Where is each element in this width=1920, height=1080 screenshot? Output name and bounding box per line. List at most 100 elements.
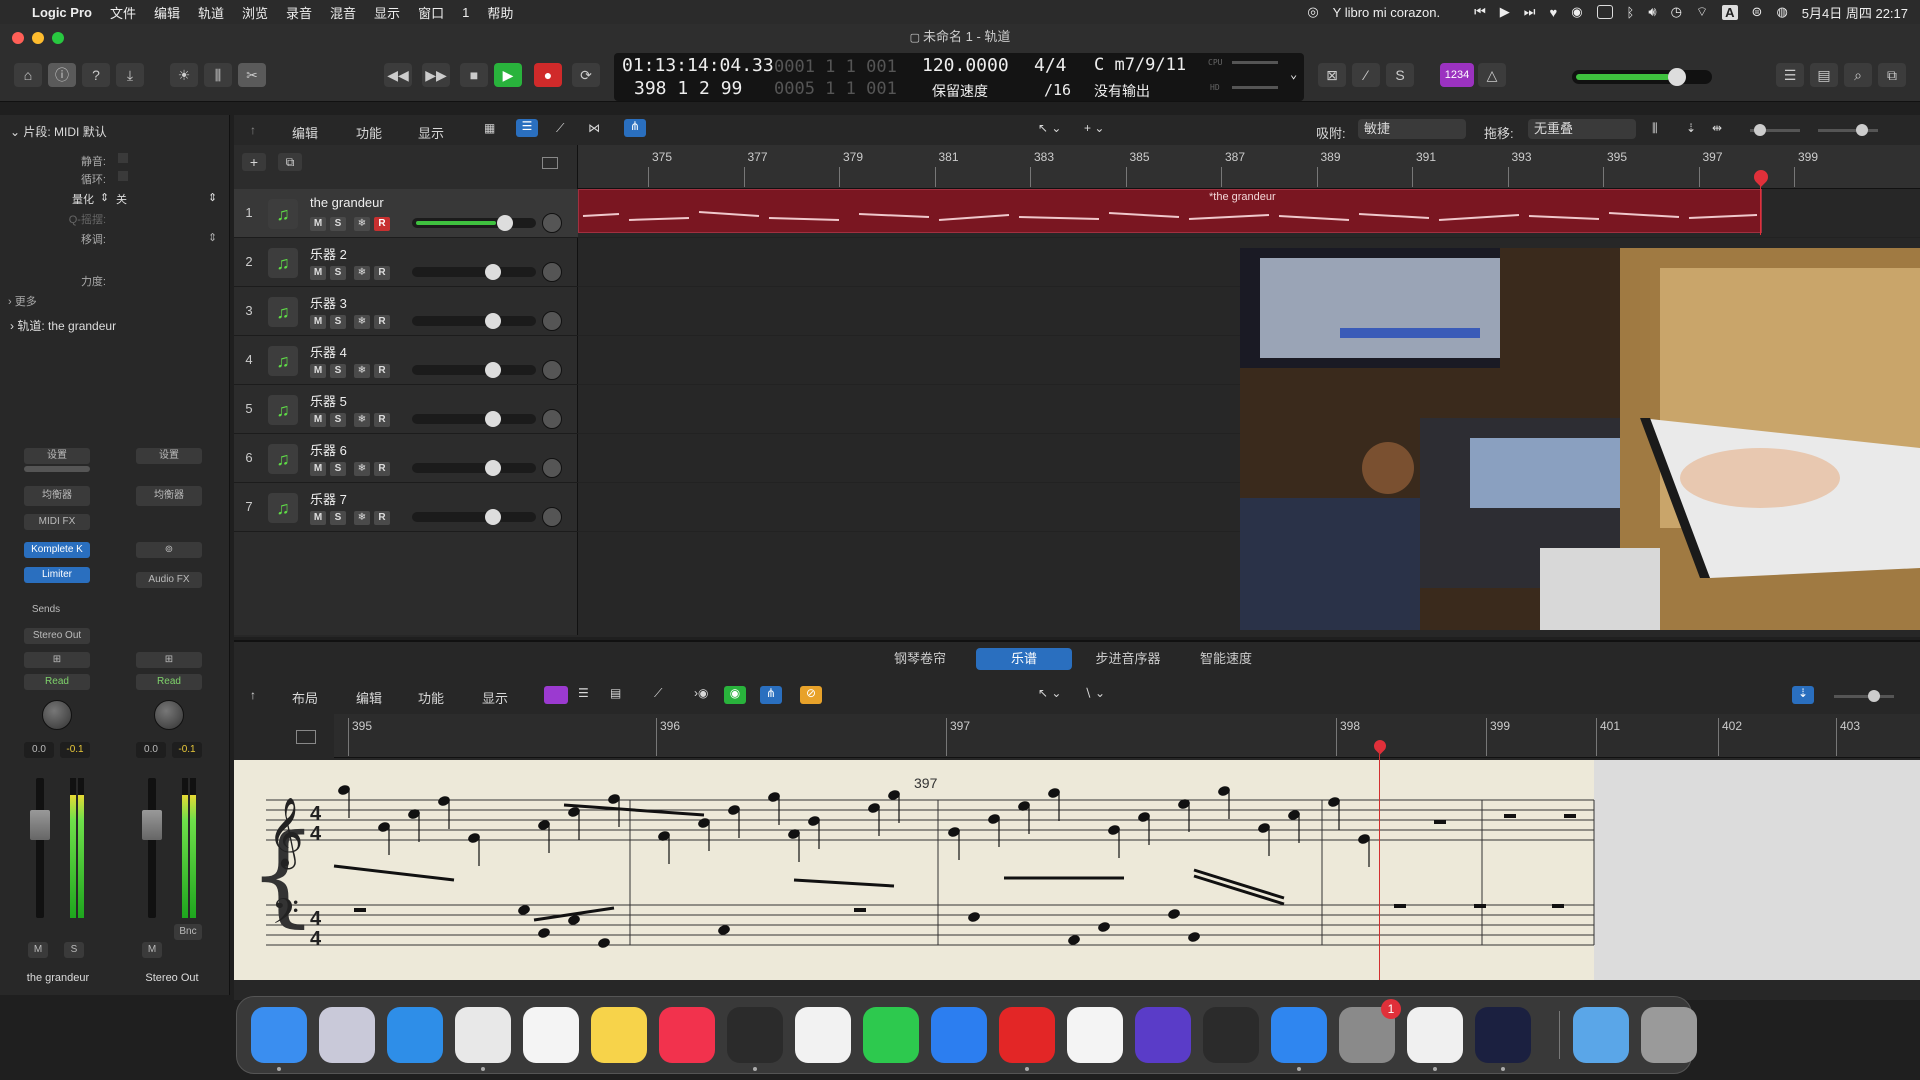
chevron-right-icon[interactable]: › bbox=[8, 296, 15, 308]
vertical-auto-zoom-icon[interactable]: ⇣ bbox=[1686, 121, 1696, 135]
control-center-icon[interactable]: ⊜ bbox=[1752, 4, 1763, 20]
now-playing-title[interactable]: Y libro mi corazon. bbox=[1333, 5, 1440, 20]
automation-icon[interactable]: ⟋ bbox=[556, 121, 564, 136]
solo-button[interactable]: S bbox=[330, 511, 346, 525]
logic-pro-icon[interactable] bbox=[727, 1007, 783, 1063]
pointer-tool-icon[interactable]: ↖ ⌄ bbox=[1038, 121, 1061, 135]
quantize-value[interactable]: 关 bbox=[116, 191, 127, 207]
mute-button[interactable]: M bbox=[310, 217, 326, 231]
audio-fx-slot[interactable]: Audio FX bbox=[136, 572, 202, 588]
freeze-icon[interactable]: ❄ bbox=[354, 266, 370, 280]
track-name[interactable]: 乐器 7 bbox=[310, 489, 347, 508]
notes-icon[interactable] bbox=[591, 1007, 647, 1063]
record-enable-button[interactable]: R bbox=[374, 315, 390, 329]
catch-icon[interactable]: ↑ bbox=[250, 123, 256, 137]
menu-window[interactable]: 窗口 bbox=[418, 3, 444, 22]
pan-knob[interactable] bbox=[542, 507, 562, 527]
freeze-icon[interactable]: ❄ bbox=[354, 413, 370, 427]
safari-icon[interactable] bbox=[387, 1007, 443, 1063]
midi-out-icon[interactable]: ◉ bbox=[724, 686, 746, 704]
previous-track-icon[interactable]: ⏮ bbox=[1474, 4, 1486, 20]
next-track-icon[interactable]: ⏭ bbox=[1524, 4, 1536, 20]
lcd-menu-chevron-icon[interactable]: ⌄ bbox=[1290, 67, 1297, 81]
list-editors-icon[interactable]: ☰ bbox=[1776, 63, 1804, 87]
track-volume-slider[interactable] bbox=[412, 460, 536, 476]
layout-menu[interactable]: 布局 bbox=[292, 688, 318, 707]
track-name[interactable]: 乐器 4 bbox=[310, 342, 347, 361]
snap-tool-icon[interactable]: ⋔ bbox=[760, 686, 782, 704]
baidu-netdisk-icon[interactable] bbox=[1067, 1007, 1123, 1063]
audio-fx-slot-limiter[interactable]: Limiter bbox=[24, 567, 90, 583]
wrapped-view-icon[interactable]: ▤ bbox=[610, 686, 621, 700]
automation-icon[interactable]: ⟋ bbox=[654, 686, 662, 701]
netease-status-icon[interactable]: ◉ bbox=[1571, 4, 1582, 20]
link-icon[interactable]: ⊘ bbox=[800, 686, 822, 704]
volume-thumb[interactable] bbox=[485, 509, 501, 525]
app-store-icon[interactable] bbox=[1271, 1007, 1327, 1063]
editor-functions-menu[interactable]: 功能 bbox=[418, 688, 444, 707]
mute-button[interactable]: M bbox=[28, 942, 48, 958]
pan-knob[interactable] bbox=[542, 458, 562, 478]
play-button[interactable]: ▶ bbox=[494, 63, 522, 87]
global-tracks-button[interactable] bbox=[542, 157, 558, 169]
freeze-icon[interactable]: ❄ bbox=[354, 315, 370, 329]
automation-read-button[interactable]: Read bbox=[136, 674, 202, 690]
close-window-button[interactable] bbox=[12, 32, 24, 44]
lcd-display[interactable]: 01:13:14:04.33 398 1 2 99 0001 1 1 001 0… bbox=[614, 53, 1304, 101]
wifi-icon[interactable]: ⌔ bbox=[1696, 4, 1708, 20]
solo-button[interactable]: S bbox=[330, 266, 346, 280]
video-app-icon[interactable] bbox=[1475, 1007, 1531, 1063]
drag-select[interactable]: 无重叠 bbox=[1528, 119, 1636, 139]
pan-knob[interactable] bbox=[542, 409, 562, 429]
browsers-icon[interactable]: ⧉ bbox=[1878, 63, 1906, 87]
group-slot[interactable]: ⊞ bbox=[24, 652, 90, 668]
minimize-window-button[interactable] bbox=[32, 32, 44, 44]
score-ruler[interactable]: 395 396 397 398 399 401 402 403 bbox=[334, 714, 1920, 758]
volume-thumb[interactable] bbox=[485, 264, 501, 280]
cycle-button[interactable]: ⟳ bbox=[572, 63, 600, 87]
slider-thumb[interactable] bbox=[1754, 124, 1766, 136]
track-name[interactable]: 乐器 6 bbox=[310, 440, 347, 459]
freeze-icon[interactable]: ❄ bbox=[354, 462, 370, 476]
score-inspector-toggle[interactable] bbox=[296, 730, 316, 744]
chrome-icon[interactable] bbox=[455, 1007, 511, 1063]
solo-button[interactable]: S bbox=[330, 315, 346, 329]
master-volume-thumb[interactable] bbox=[1668, 68, 1686, 86]
lcd-key[interactable]: C m7/9/11 bbox=[1094, 55, 1186, 75]
flex-icon[interactable]: ⋈ bbox=[588, 121, 600, 135]
list-view-icon[interactable]: ☰ bbox=[516, 119, 538, 137]
netease-music-icon[interactable] bbox=[999, 1007, 1055, 1063]
date-time[interactable]: 5月4日 周四 22:17 bbox=[1802, 3, 1908, 22]
waveform-zoom-icon[interactable]: ⫼ bbox=[1652, 121, 1658, 136]
camera-app-icon[interactable] bbox=[1407, 1007, 1463, 1063]
eq-button[interactable]: 均衡器 bbox=[136, 486, 202, 506]
timeline-ruler[interactable]: 375 377 379 381 383 385 387 389 391 393 395 397 399 bbox=[578, 145, 1920, 189]
track-volume-slider[interactable] bbox=[412, 509, 536, 525]
now-playing-icon[interactable]: ◎ bbox=[1307, 4, 1318, 20]
bounce-button[interactable]: Bnc bbox=[174, 924, 202, 940]
pan-knob[interactable] bbox=[542, 213, 562, 233]
track-name[interactable]: 乐器 3 bbox=[310, 293, 347, 312]
volume-thumb[interactable] bbox=[497, 215, 513, 231]
slider-thumb[interactable] bbox=[1868, 690, 1880, 702]
editor-edit-menu[interactable]: 编辑 bbox=[356, 688, 382, 707]
track-header[interactable]: 5 ♫ 乐器 5 M S ❄ R bbox=[234, 385, 578, 434]
solo-button[interactable]: S bbox=[330, 217, 346, 231]
snap-select[interactable]: 敏捷 bbox=[1358, 119, 1466, 139]
mute-button[interactable]: M bbox=[310, 462, 326, 476]
lcd-tempo[interactable]: 120.0000 bbox=[922, 55, 1009, 76]
volume-icon[interactable]: 🔊︎ bbox=[1648, 4, 1656, 20]
chevron-down-icon[interactable]: ⌄ bbox=[10, 125, 23, 139]
track-name[interactable]: 乐器 5 bbox=[310, 391, 347, 410]
mute-checkbox[interactable] bbox=[118, 153, 128, 163]
track-volume-slider[interactable] bbox=[412, 313, 536, 329]
tracks-view-menu[interactable]: 显示 bbox=[418, 123, 444, 142]
pan-knob[interactable] bbox=[42, 700, 72, 730]
input-source[interactable]: A bbox=[1722, 4, 1738, 20]
channel-name[interactable]: the grandeur bbox=[2, 972, 114, 984]
lcd-division[interactable]: /16 bbox=[1044, 81, 1071, 99]
volume-thumb[interactable] bbox=[485, 460, 501, 476]
quantize-menu-icon[interactable]: ⇕ bbox=[208, 191, 217, 204]
wechat-icon[interactable] bbox=[863, 1007, 919, 1063]
lcd-signature[interactable]: 4/4 bbox=[1034, 55, 1067, 76]
